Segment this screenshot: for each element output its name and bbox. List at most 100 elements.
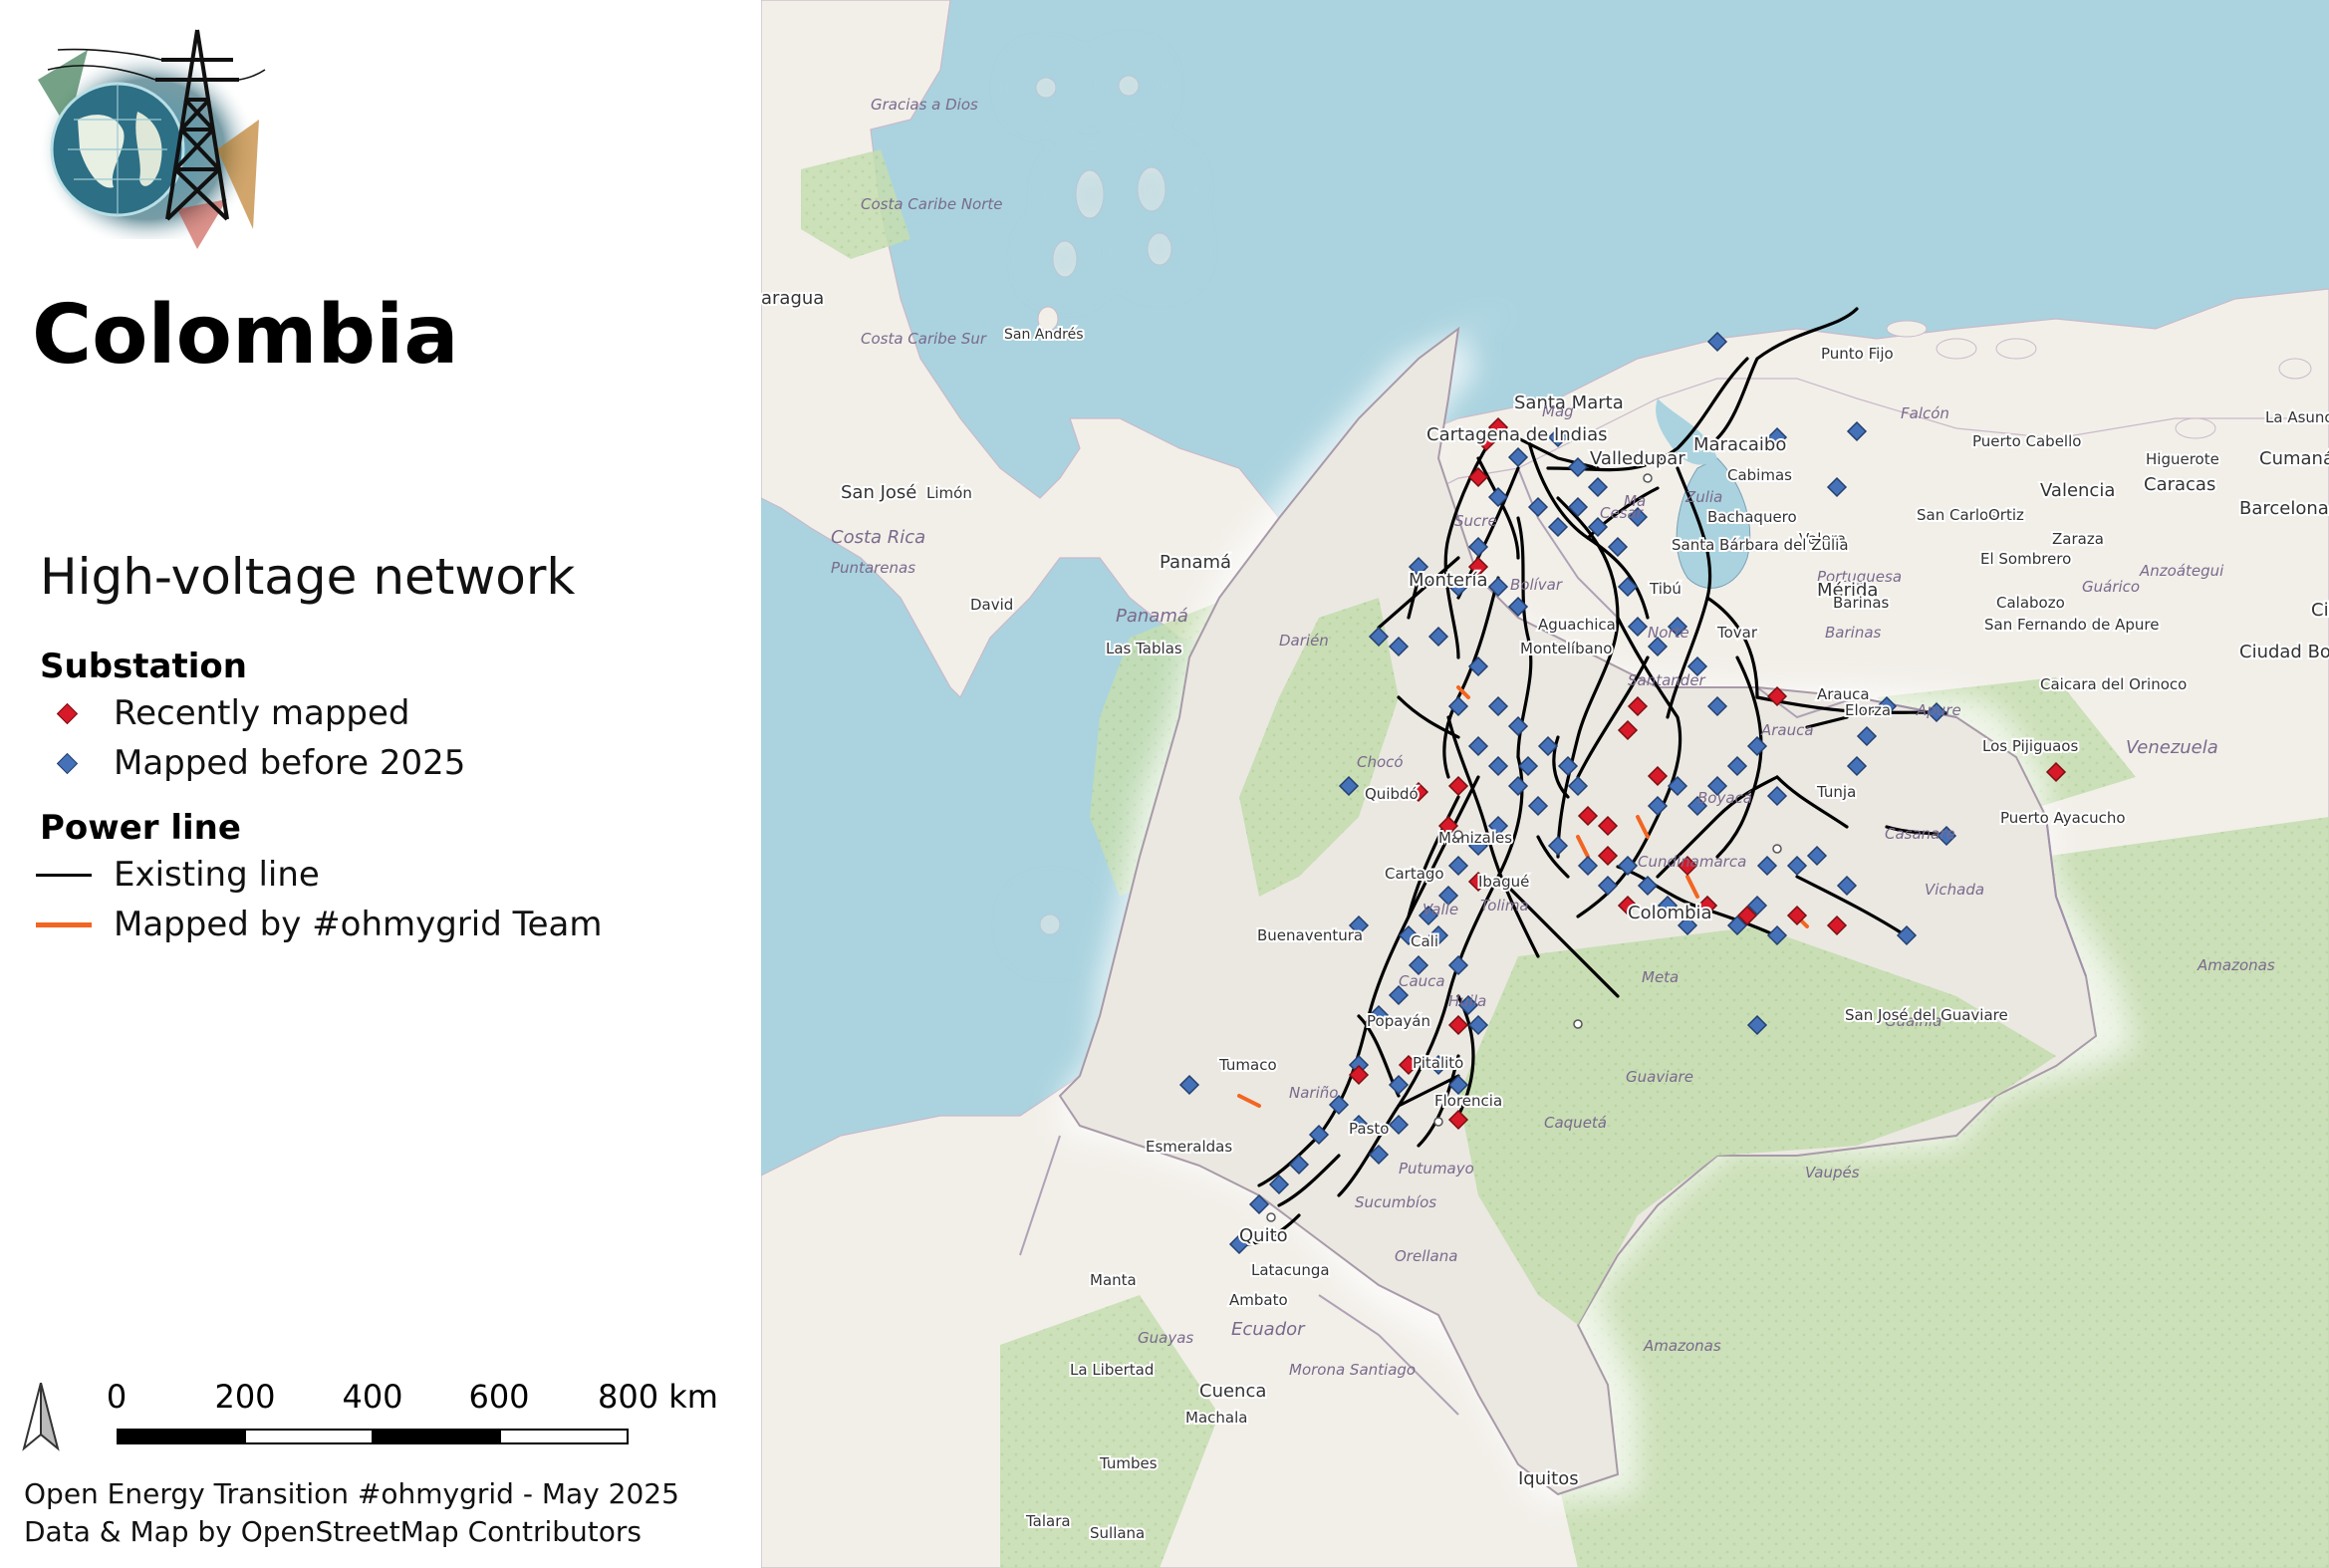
place-label: San José bbox=[841, 482, 916, 503]
place-label: Puerto Ayacucho bbox=[2000, 809, 2126, 827]
place-label: Amazonas bbox=[1643, 1337, 1721, 1355]
map-area[interactable]: Gracias a Dios Costa Caribe Norte aragua… bbox=[761, 0, 2329, 1568]
place-label: Gracias a Dios bbox=[871, 96, 978, 114]
place-label: Chocó bbox=[1357, 753, 1404, 771]
place-label: Calabozo bbox=[1996, 594, 2065, 612]
place-label: Sucre bbox=[1454, 512, 1497, 530]
place-label: Aguachica bbox=[1538, 616, 1616, 634]
place-label: Santa Bárbara del Zulia bbox=[1672, 536, 1849, 554]
place-label: Cabimas bbox=[1727, 466, 1792, 484]
place-label: Cartagena de Indias bbox=[1426, 424, 1608, 445]
ohmygrid-logo-icon bbox=[38, 29, 266, 249]
place-label: Quito bbox=[1239, 1225, 1288, 1246]
scale-tick-label: 400 bbox=[342, 1383, 402, 1416]
map-canvas[interactable]: Gracias a Dios Costa Caribe Norte aragua… bbox=[761, 0, 2329, 1568]
place-label: Colombia bbox=[1628, 903, 1712, 923]
place-label: Darién bbox=[1279, 632, 1329, 650]
place-label: San Andrés bbox=[1004, 327, 1083, 343]
place-label: Limón bbox=[926, 484, 972, 502]
place-label: Punto Fijo bbox=[1821, 345, 1894, 363]
place-label: Manta bbox=[1090, 1271, 1137, 1289]
place-label: Huila bbox=[1448, 992, 1486, 1010]
place-label: Tumbes bbox=[1099, 1454, 1158, 1472]
place-label: Valledupar bbox=[1590, 448, 1685, 469]
place-label: La Asunción bbox=[2265, 408, 2329, 426]
place-label: Guaviare bbox=[1626, 1068, 1693, 1086]
place-label: Talara bbox=[1025, 1512, 1071, 1530]
place-label: Venezuela bbox=[2126, 737, 2218, 758]
place-label: Cundinamarca bbox=[1638, 853, 1746, 871]
place-label: Cauca bbox=[1399, 972, 1445, 990]
place-label: Guárico bbox=[2082, 578, 2140, 596]
place-label: Popayán bbox=[1367, 1012, 1430, 1030]
place-label: Morona Santiago bbox=[1289, 1361, 1416, 1379]
legend-label: Mapped by #ohmygrid Team bbox=[114, 905, 603, 944]
place-label: Zulia bbox=[1684, 488, 1722, 506]
scale-tick-label: 200 bbox=[214, 1383, 275, 1416]
legend-label: Existing line bbox=[114, 855, 320, 895]
place-label: Montería bbox=[1409, 570, 1488, 591]
red-diamond-icon bbox=[56, 702, 79, 724]
place-label: Barcelona bbox=[2239, 498, 2329, 519]
place-label: Sullana bbox=[1090, 1524, 1145, 1542]
place-label: Ciu bbox=[2311, 600, 2329, 621]
place-label: Pitalito bbox=[1413, 1054, 1463, 1072]
place-label: Vichada bbox=[1925, 881, 1984, 899]
place-label: Valle bbox=[1423, 901, 1458, 918]
legend-item-mapped-before-2025: Mapped before 2025 bbox=[34, 741, 465, 785]
place-label: Cuenca bbox=[1199, 1381, 1266, 1402]
place-label: Los Pijiguaos bbox=[1982, 737, 2078, 755]
place-label: Esmeraldas bbox=[1146, 1138, 1232, 1156]
legend-substation-heading: Substation bbox=[40, 647, 247, 686]
place-label: Valencia bbox=[2040, 480, 2115, 501]
place-label: Caquetá bbox=[1544, 1114, 1607, 1132]
place-label: Tibú bbox=[1649, 580, 1682, 598]
place-label: Tolima bbox=[1480, 897, 1529, 915]
scale-tick-label: 800 km bbox=[598, 1383, 718, 1416]
place-label: Panamá bbox=[1160, 552, 1231, 573]
legend-label: Recently mapped bbox=[114, 693, 410, 733]
place-label: Vaupés bbox=[1805, 1164, 1860, 1181]
place-label: Meta bbox=[1642, 968, 1679, 986]
legend-item-existing-line: Existing line bbox=[34, 853, 320, 897]
place-label: Elorza bbox=[1845, 701, 1891, 719]
credit-line: Open Energy Transition #ohmygrid - May 2… bbox=[24, 1477, 679, 1510]
place-label: Bachaquero bbox=[1707, 508, 1797, 526]
place-label: Caracas bbox=[2144, 474, 2215, 495]
scale-tick-label: 0 bbox=[107, 1383, 127, 1416]
place-label: Manizales bbox=[1438, 829, 1512, 847]
place-label: Florencia bbox=[1434, 1092, 1502, 1110]
place-label: San José del Guaviare bbox=[1845, 1006, 2008, 1024]
north-arrow-icon bbox=[22, 1383, 60, 1451]
place-label: Guayas bbox=[1138, 1329, 1193, 1347]
place-label: Tovar bbox=[1716, 624, 1758, 642]
place-label: Bolívar bbox=[1510, 576, 1563, 594]
credit-line: Data & Map by OpenStreetMap Contributors bbox=[24, 1515, 643, 1548]
place-label: Caicara del Orinoco bbox=[2040, 675, 2187, 693]
legend-label: Mapped before 2025 bbox=[114, 743, 466, 783]
blue-diamond-icon bbox=[56, 752, 79, 774]
orange-line-icon bbox=[36, 921, 92, 927]
place-label: Apure bbox=[1916, 701, 1961, 719]
place-label: Puntarenas bbox=[831, 559, 915, 577]
place-label: Mag bbox=[1542, 402, 1574, 420]
place-label: San Carlos bbox=[1917, 506, 1996, 524]
place-label: Pasto bbox=[1349, 1120, 1389, 1138]
map-title: Colombia bbox=[32, 288, 459, 383]
place-label: Falcón bbox=[1901, 404, 1949, 422]
place-label: Latacunga bbox=[1251, 1261, 1330, 1279]
place-label: Ibagué bbox=[1478, 873, 1529, 891]
place-label: Costa Rica bbox=[831, 527, 925, 548]
scale-bar: 0 200 400 600 800 km bbox=[22, 1383, 718, 1451]
place-label: Barinas bbox=[1825, 624, 1882, 642]
place-label: Tunja bbox=[1816, 783, 1856, 801]
place-label: Barinas bbox=[1833, 594, 1890, 612]
place-label: Ciudad Bolívar bbox=[2239, 642, 2329, 662]
place-label: Costa Caribe Norte bbox=[861, 195, 1003, 213]
place-label: Putumayo bbox=[1399, 1160, 1474, 1177]
place-label: Zaraza bbox=[2052, 530, 2104, 548]
place-label: Orellana bbox=[1395, 1247, 1457, 1265]
place-label: San Fernando de Apure bbox=[1984, 616, 2159, 634]
place-label: Machala bbox=[1185, 1409, 1247, 1427]
place-label: Cartago bbox=[1385, 865, 1444, 883]
